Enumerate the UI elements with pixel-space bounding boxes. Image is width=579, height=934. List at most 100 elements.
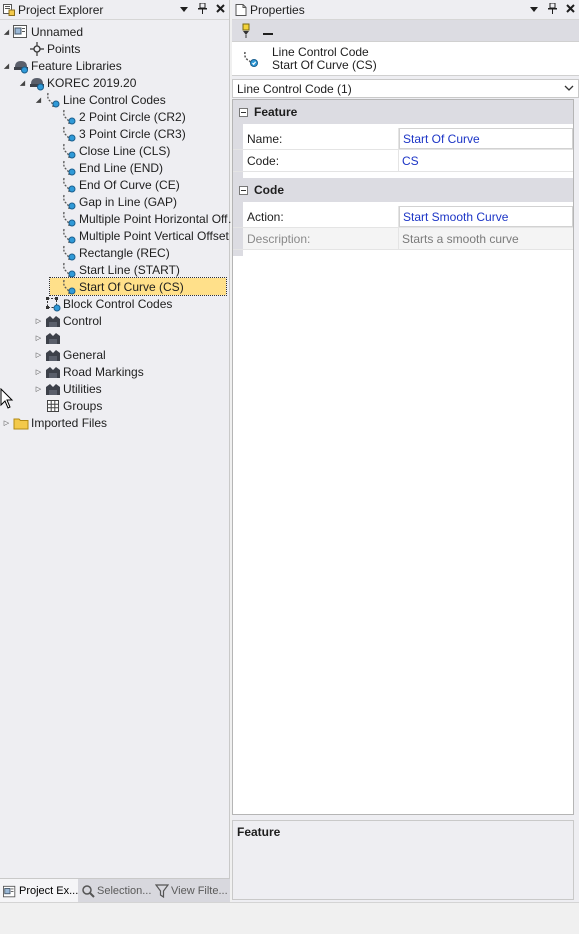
feature-group-icon bbox=[45, 330, 61, 346]
collapse-all-icon[interactable] bbox=[260, 23, 276, 39]
tree-item-cr3[interactable]: 3 Point Circle (CR3) bbox=[50, 125, 186, 142]
tree-item-end[interactable]: End Line (END) bbox=[50, 159, 163, 176]
category-label: Feature bbox=[254, 105, 298, 119]
collapse-icon[interactable] bbox=[239, 185, 248, 195]
chevron-down-icon[interactable] bbox=[175, 4, 193, 16]
tree-item-groups[interactable]: Groups bbox=[34, 397, 102, 414]
property-value: Starts a smooth curve bbox=[399, 228, 573, 249]
tree-item-start[interactable]: Start Line (START) bbox=[50, 261, 180, 278]
status-bar bbox=[0, 902, 579, 934]
tree-item-label: Groups bbox=[63, 398, 103, 413]
project-icon bbox=[3, 884, 17, 898]
properties-panel: Properties Line Control Code Start Of Cu… bbox=[232, 0, 579, 902]
tree-item-utilities[interactable]: ▷ Utilities bbox=[34, 380, 102, 397]
tab-view-filter[interactable]: View Filte... bbox=[152, 879, 230, 902]
line-code-icon bbox=[61, 194, 77, 210]
feature-group-icon bbox=[45, 347, 61, 363]
project-explorer-titlebar: Project Explorer bbox=[0, 0, 229, 20]
property-row: Description: Starts a smooth curve bbox=[233, 228, 573, 250]
tree-item-cr2[interactable]: 2 Point Circle (CR2) bbox=[50, 108, 186, 125]
tree-item-block-control-codes[interactable]: Block Control Codes bbox=[34, 295, 172, 312]
expander-icon[interactable]: ▷ bbox=[34, 380, 43, 397]
close-icon[interactable] bbox=[211, 3, 229, 16]
properties-toolbar bbox=[232, 20, 579, 42]
tree-item-rec[interactable]: Rectangle (REC) bbox=[50, 244, 170, 261]
category-1[interactable]: Code bbox=[233, 178, 573, 202]
tree-item-label: Close Line (CLS) bbox=[79, 143, 171, 158]
tree-item-korec[interactable]: ◢ KOREC 2019.20 bbox=[18, 74, 136, 91]
tree-item-label: End Line (END) bbox=[79, 160, 164, 175]
tree-item-gap[interactable]: Gap in Line (GAP) bbox=[50, 193, 177, 210]
property-value[interactable]: Start Of Curve bbox=[399, 128, 573, 149]
expander-icon[interactable]: ▷ bbox=[34, 329, 43, 346]
property-grid: Feature Name: Start Of Curve Code: CS Code Act… bbox=[232, 99, 574, 815]
expander-icon[interactable]: ▷ bbox=[34, 312, 43, 329]
object-selector-dropdown[interactable]: Line Control Code (1) bbox=[232, 79, 579, 98]
tree-item-mpv[interactable]: Multiple Point Vertical Offset (V) bbox=[50, 227, 248, 244]
tree-item-ce[interactable]: End Of Curve (CE) bbox=[50, 176, 180, 193]
property-value[interactable]: CS bbox=[399, 150, 573, 171]
category-0[interactable]: Feature bbox=[233, 100, 573, 124]
expander-icon[interactable]: ▷ bbox=[34, 346, 43, 363]
property-row: Name: Start Of Curve bbox=[233, 128, 573, 150]
tree-item-mph[interactable]: Multiple Point Horizontal Offset... bbox=[50, 210, 242, 227]
explorer-tab-strip: Project Ex... Selection... View Filte... bbox=[0, 878, 230, 902]
expander-icon[interactable]: ◢ bbox=[2, 57, 11, 74]
tree-item-points[interactable]: Points bbox=[18, 40, 80, 57]
selected-object-name: Start Of Curve (CS) bbox=[272, 57, 377, 72]
property-value[interactable]: Start Smooth Curve bbox=[399, 206, 573, 227]
line-code-icon bbox=[61, 143, 77, 159]
grid-icon bbox=[45, 398, 61, 414]
tree-item-imported-files[interactable]: ▷ Imported Files bbox=[2, 414, 107, 431]
pin-icon[interactable] bbox=[543, 2, 561, 17]
tree-item-blank[interactable]: ▷ bbox=[34, 329, 63, 346]
tree-item-label: 2 Point Circle (CR2) bbox=[79, 109, 186, 124]
pin-icon[interactable] bbox=[193, 2, 211, 17]
project-explorer-panel: Project Explorer ◢ Unnamed Points ◢ Feature … bbox=[0, 0, 248, 902]
line-code-icon bbox=[61, 245, 77, 261]
tree-item-label: Feature Libraries bbox=[31, 58, 122, 73]
expander-icon[interactable]: ◢ bbox=[34, 91, 43, 108]
tree-item-label: Points bbox=[47, 41, 81, 56]
tree-item-feature-libraries[interactable]: ◢ Feature Libraries bbox=[2, 57, 122, 74]
expander-icon[interactable]: ▷ bbox=[2, 414, 11, 431]
tree-item-general[interactable]: ▷ General bbox=[34, 346, 106, 363]
row-gutter bbox=[233, 206, 243, 227]
tree-item-cls[interactable]: Close Line (CLS) bbox=[50, 142, 170, 159]
tree-item-label: Line Control Codes bbox=[63, 92, 166, 107]
expander-icon[interactable]: ◢ bbox=[18, 74, 27, 91]
property-description-panel: Feature bbox=[232, 820, 574, 900]
properties-icon bbox=[235, 3, 247, 16]
tree-item-label: KOREC 2019.20 bbox=[47, 75, 137, 90]
line-code-icon bbox=[61, 109, 77, 125]
tab-project-explorer[interactable]: Project Ex... bbox=[0, 879, 78, 902]
chevron-down-icon[interactable] bbox=[525, 4, 543, 16]
categorized-sort-icon[interactable] bbox=[238, 23, 254, 39]
feature-group-icon bbox=[45, 364, 61, 380]
tree-item-unnamed[interactable]: ◢ Unnamed bbox=[2, 23, 83, 40]
tree-item-line-control-codes[interactable]: ◢ Line Control Codes bbox=[34, 91, 166, 108]
row-gutter bbox=[233, 228, 243, 249]
line-code-icon bbox=[61, 211, 77, 227]
tab-selection[interactable]: Selection... bbox=[78, 879, 152, 902]
tree-item-label: Utilities bbox=[63, 381, 102, 396]
close-icon[interactable] bbox=[561, 3, 579, 16]
row-gutter bbox=[233, 150, 243, 171]
tree-item-road-markings[interactable]: ▷ Road Markings bbox=[34, 363, 144, 380]
expander-icon[interactable]: ◢ bbox=[2, 23, 11, 40]
tree-item-label: Road Markings bbox=[63, 364, 144, 379]
library-icon bbox=[29, 75, 45, 91]
tab-label: View Filte... bbox=[171, 884, 228, 897]
line-code-icon bbox=[61, 126, 77, 142]
tree-item-cs[interactable]: Start Of Curve (CS) bbox=[49, 277, 227, 296]
expander-icon[interactable]: ▷ bbox=[34, 363, 43, 380]
collapse-icon[interactable] bbox=[239, 107, 248, 117]
tree-item-control[interactable]: ▷ Control bbox=[34, 312, 102, 329]
property-name: Action: bbox=[243, 206, 399, 227]
project-icon bbox=[13, 24, 29, 40]
